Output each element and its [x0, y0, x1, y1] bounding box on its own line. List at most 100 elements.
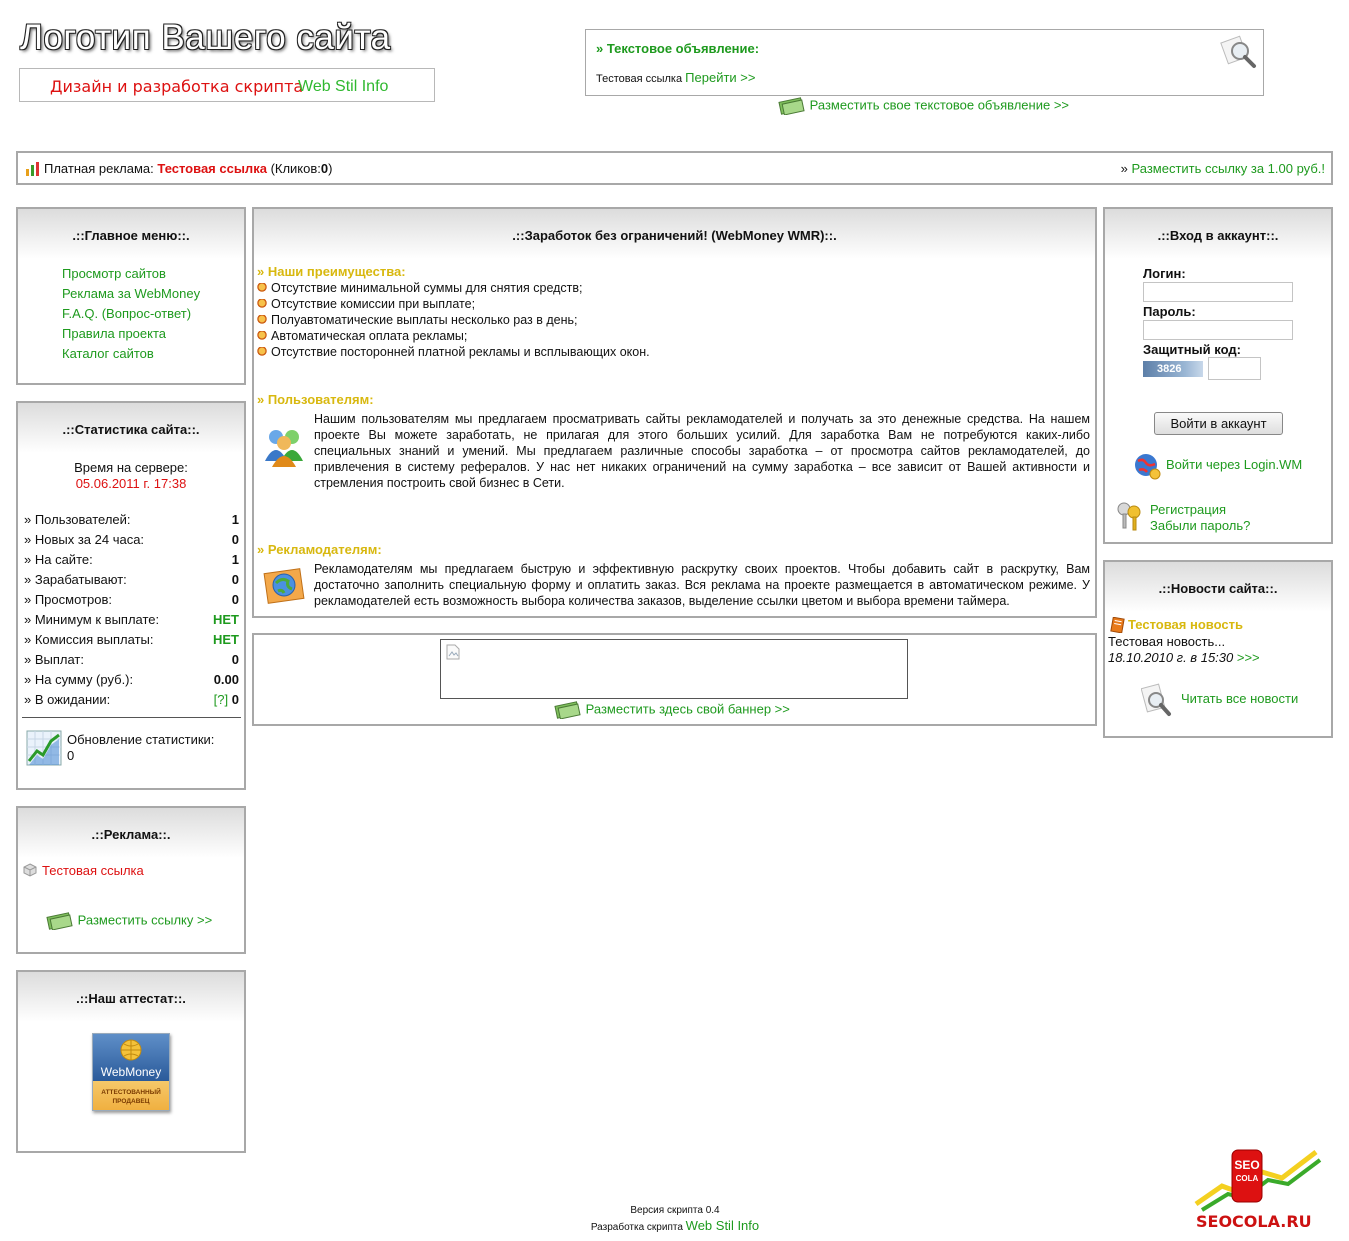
- magnifier-icon: [1220, 35, 1256, 68]
- stats-list: » Пользователей: 1 » Новых за 24 часа: 0 »…: [24, 510, 239, 710]
- stat-label: » Новых за 24 часа:: [24, 532, 145, 547]
- stat-row-sum: » На сумму (руб.): 0.00: [24, 670, 239, 690]
- banner-place[interactable]: Разместить здесь свой баннер >>: [554, 701, 790, 719]
- medal-icon: [257, 331, 267, 341]
- webmoney-badge[interactable]: WebMoney АТТЕСТОВАННЫЙ ПРОДАВЕЦ: [92, 1033, 170, 1111]
- news-title: .::Новости сайта::.: [1105, 562, 1331, 612]
- stat-row-payouts: » Выплат: 0: [24, 650, 239, 670]
- stat-label: » Минимум к выплате:: [24, 612, 160, 627]
- banner-slot[interactable]: [440, 639, 908, 699]
- stat-row-pending: » В ожидании: [?] 0: [24, 690, 239, 710]
- users-icon: [265, 430, 303, 467]
- menu-item-catalog[interactable]: Каталог сайтов: [62, 344, 200, 364]
- advertisers-title: » Рекламодателям:: [257, 542, 382, 557]
- banner-place-link[interactable]: Разместить здесь свой баннер >>: [586, 701, 790, 716]
- ads-test-link[interactable]: Тестовая ссылка: [42, 863, 144, 878]
- news-more-link[interactable]: >>>: [1237, 650, 1260, 665]
- clicks-prefix: (Кликов:: [270, 161, 321, 176]
- stat-value-wrap: [?] 0: [214, 690, 239, 710]
- paid-ad-bar: Платная реклама: Тестовая ссылка (Кликов…: [16, 151, 1333, 185]
- advantage-text: Отсутствие комиссии при выплате;: [271, 297, 476, 311]
- stats-update: Обновление статистики: 0: [67, 732, 214, 764]
- server-time-value: 05.06.2011 г. 17:38: [75, 476, 187, 491]
- stat-label: » Просмотров:: [24, 592, 112, 607]
- stat-value: 0: [231, 532, 239, 547]
- stat-row-users: » Пользователей: 1: [24, 510, 239, 530]
- advantage-item: Автоматическая оплата рекламы;: [257, 328, 650, 344]
- site-logo[interactable]: Логотип Вашего сайта: [20, 18, 391, 58]
- login-title: .::Вход в аккаунт::.: [1105, 209, 1331, 259]
- place-paid-link[interactable]: Разместить ссылку за 1.00 руб.!: [1132, 161, 1326, 176]
- stat-label: » В ожидании:: [24, 692, 111, 707]
- text-ad-title: » Текстовое объявление:: [596, 41, 760, 56]
- news-panel: .::Новости сайта::. Тестовая новость Тес…: [1103, 560, 1333, 738]
- advantage-item: Полуавтоматические выплаты несколько раз…: [257, 312, 650, 328]
- seocola-domain: SEOCOLA.RU: [1196, 1212, 1312, 1231]
- medal-icon: [257, 299, 267, 309]
- news-item-date: 18.10.2010 г. в 15:30: [1108, 650, 1234, 665]
- menu-item-advertising[interactable]: Реклама за WebMoney: [62, 284, 200, 304]
- ads-place-link[interactable]: Разместить ссылку >>: [78, 912, 213, 927]
- all-news-link[interactable]: Читать все новости: [1181, 691, 1298, 706]
- badge-line2: ПРОДАВЕЦ: [112, 1098, 150, 1105]
- login-input[interactable]: [1143, 282, 1293, 302]
- server-time-label: Время на сервере:: [74, 460, 188, 475]
- users-title: » Пользователям:: [257, 392, 374, 407]
- paid-ad-label: Платная реклама:: [44, 161, 154, 176]
- server-time-block: Время на сервере: 05.06.2011 г. 17:38: [18, 460, 244, 492]
- money-icon: [778, 97, 805, 115]
- badge-brand: WebMoney: [100, 1065, 162, 1079]
- slogan-link[interactable]: Web Stil Info: [298, 78, 388, 96]
- register-link[interactable]: Регистрация: [1150, 502, 1250, 518]
- place-text-ad-link[interactable]: Разместить свое текстовое объявление >>: [810, 97, 1069, 112]
- advantage-item: Отсутствие комиссии при выплате;: [257, 296, 650, 312]
- ads-place[interactable]: Разместить ссылку >>: [46, 912, 212, 930]
- advantage-item: Отсутствие посторонней платной рекламы и…: [257, 344, 650, 360]
- stat-row-new: » Новых за 24 часа: 0: [24, 530, 239, 550]
- stat-row-min-payout: » Минимум к выплате: НЕТ: [24, 610, 239, 630]
- forgot-password-link[interactable]: Забыли пароль?: [1150, 518, 1250, 534]
- stats-divider: [22, 717, 241, 718]
- pending-hint-link[interactable]: [?]: [214, 692, 228, 707]
- menu-item-faq[interactable]: F.A.Q. (Вопрос-ответ): [62, 304, 200, 324]
- news-item-meta: 18.10.2010 г. в 15:30 >>>: [1108, 650, 1260, 665]
- stat-row-views: » Просмотров: 0: [24, 590, 239, 610]
- banner-panel: Разместить здесь свой баннер >>: [252, 633, 1097, 726]
- stats-panel: .::Статистика сайта::. Время на сервере:…: [16, 401, 246, 790]
- main-menu-title: .::Главное меню::.: [18, 209, 244, 259]
- text-ad-link[interactable]: Перейти >>: [685, 70, 755, 85]
- account-links: Регистрация Забыли пароль?: [1150, 502, 1250, 534]
- medal-icon: [257, 347, 267, 357]
- money-icon: [554, 701, 581, 719]
- broken-image-icon: [446, 644, 460, 660]
- cube-icon: [23, 863, 37, 877]
- login-wm-link[interactable]: Войти через Login.WM: [1166, 457, 1302, 472]
- captcha-image: 3826: [1143, 361, 1203, 377]
- slogan-red: Дизайн и разработка скрипта: [50, 77, 304, 96]
- advantages-block: » Наши преимущества: Отсутствие минималь…: [257, 264, 650, 360]
- medal-icon: [257, 315, 267, 325]
- footer: Версия скрипта 0.4 Разработка скрипта We…: [540, 1203, 810, 1235]
- keys-icon: [1117, 502, 1141, 531]
- ads-panel: .::Реклама::. Тестовая ссылка Разместить…: [16, 806, 246, 954]
- menu-item-view-sites[interactable]: Просмотр сайтов: [62, 264, 200, 284]
- slogan-box: Дизайн и разработка скрипта Web Stil Inf…: [19, 68, 435, 102]
- password-input[interactable]: [1143, 320, 1293, 340]
- stat-value: 0.00: [213, 672, 239, 687]
- news-item-title[interactable]: Тестовая новость: [1128, 617, 1243, 632]
- paid-ad-left: Платная реклама: Тестовая ссылка (Кликов…: [44, 161, 332, 176]
- captcha-input[interactable]: [1208, 357, 1261, 380]
- advertisers-text: Рекламодателям мы предлагаем быструю и э…: [314, 562, 1090, 608]
- footer-dev-label: Разработка скрипта: [590, 1222, 683, 1233]
- chart-bars-icon: [26, 162, 39, 176]
- globe-icon: [120, 1039, 142, 1061]
- login-submit-button[interactable]: Войти в аккаунт: [1154, 412, 1283, 435]
- menu-item-rules[interactable]: Правила проекта: [62, 324, 200, 344]
- place-text-ad[interactable]: Разместить свое текстовое объявление >>: [778, 97, 1069, 115]
- seocola-logo[interactable]: SEO COLA SEOCOLA.RU: [1192, 1146, 1324, 1236]
- paid-ad-link[interactable]: Тестовая ссылка: [157, 161, 267, 176]
- stat-label: » Комиссия выплаты:: [24, 632, 154, 647]
- footer-dev: Разработка скрипта Web Stil Info: [540, 1218, 810, 1235]
- stat-label: » Зарабатывают:: [24, 572, 127, 587]
- footer-dev-link[interactable]: Web Stil Info: [686, 1218, 759, 1233]
